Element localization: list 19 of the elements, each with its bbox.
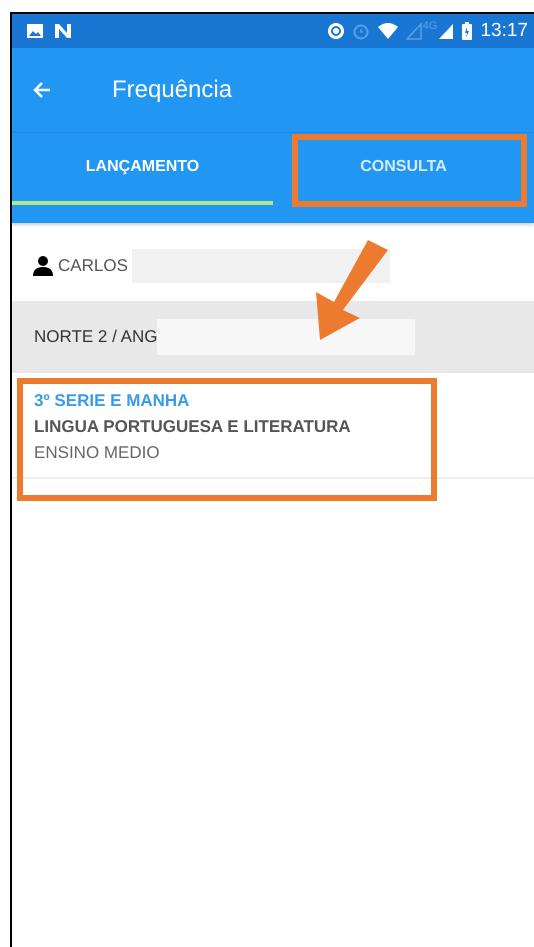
battery-icon	[461, 21, 474, 41]
target-icon	[326, 22, 345, 40]
screen-title: Frequência	[112, 76, 232, 104]
alarm-icon	[352, 22, 370, 40]
status-time: 13:17	[480, 20, 528, 42]
network-label: 4G	[422, 20, 438, 32]
person-icon	[32, 255, 54, 277]
education-level: ENSINO MEDIO	[34, 443, 161, 463]
n-logo-icon	[54, 23, 72, 39]
signal-icon	[438, 22, 454, 40]
section-title: NORTE 2 / ANG	[34, 327, 158, 347]
tab[interactable]: CONSULTA	[273, 133, 534, 205]
class-name[interactable]: 3º SERIE E MANHA	[34, 391, 512, 411]
user-name: CARLOS	[58, 256, 128, 276]
wifi-icon	[376, 22, 399, 40]
tab[interactable]: LANÇAMENTO	[12, 133, 273, 205]
subject-name: LINGUA PORTUGUESA E LITERATURA	[34, 417, 352, 437]
signal-icon	[406, 22, 422, 40]
image-icon	[26, 23, 44, 39]
